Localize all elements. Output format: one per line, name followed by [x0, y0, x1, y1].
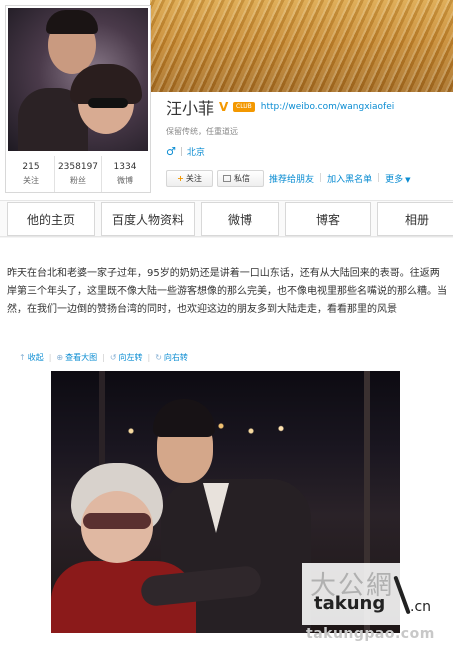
avatar[interactable]	[8, 8, 148, 151]
stat-following-label: 关注	[23, 176, 39, 185]
profile-description: 保留传统，任重道远	[166, 127, 238, 136]
tab-blog[interactable]: 博客	[285, 202, 371, 236]
envelope-icon	[223, 174, 231, 182]
profile-stats: 215 关注 2358197 粉丝 1334 微博	[8, 156, 148, 192]
separator: |	[179, 146, 183, 157]
action-bar: + 关注 私信 推荐给朋友 | 加入黑名单 | 更多 ▼	[166, 169, 411, 187]
logo-text-en: takung	[314, 593, 386, 614]
tab-homepage[interactable]: 他的主页	[7, 202, 95, 236]
stat-following[interactable]: 215 关注	[8, 156, 55, 192]
homepage-link[interactable]: http://weibo.com/wangxiaofei	[261, 102, 395, 112]
stat-weibo-label: 微博	[117, 176, 133, 185]
verified-icon: V	[219, 100, 229, 114]
separator: |	[377, 173, 381, 183]
location-link[interactable]: 北京	[187, 145, 205, 158]
rotate-left-label: 向左转	[118, 352, 143, 362]
stat-fans-count: 2358197	[57, 162, 99, 172]
rotate-right-icon: ↻	[155, 352, 162, 362]
collapse-button[interactable]: ↑ 收起	[19, 352, 44, 363]
rotate-left-icon: ↺	[109, 352, 117, 362]
stat-weibo-count: 1334	[113, 162, 137, 172]
male-icon: ♂	[166, 145, 176, 158]
name-row: 汪小菲 V CLUB http://weibo.com/wangxiaofei	[166, 96, 394, 118]
message-button[interactable]: 私信	[217, 169, 264, 187]
location-row: ♂ | 北京	[166, 145, 205, 158]
rotate-left-button[interactable]: ↺ 向左转	[110, 352, 143, 363]
plus-icon: +	[177, 173, 184, 183]
view-large-button[interactable]: ⊕ 查看大图	[56, 352, 97, 363]
tab-weibo[interactable]: 微博	[201, 202, 279, 236]
collapse-label: 收起	[27, 352, 44, 362]
separator: |	[147, 352, 151, 362]
message-label: 私信	[234, 173, 250, 183]
separator: |	[48, 352, 52, 362]
post-text: 昨天在台北和老婆一家子过年，95岁的奶奶还是讲着一口山东话，还有从大陆回来的表哥…	[7, 268, 447, 315]
blacklist-link[interactable]: 加入黑名单	[327, 172, 372, 185]
more-menu[interactable]: 更多 ▼	[385, 172, 410, 185]
profile-tabs: 他的主页 百度人物资料 微博 博客 相册	[0, 200, 453, 237]
chevron-down-icon: ▼	[405, 175, 411, 184]
separator: |	[319, 173, 323, 183]
follow-button[interactable]: + 关注	[166, 169, 213, 187]
more-label: 更多	[385, 174, 404, 185]
rotate-right-button[interactable]: ↻ 向右转	[155, 352, 188, 363]
collapse-icon: ↑	[19, 352, 26, 362]
stat-weibo[interactable]: 1334 微博	[102, 156, 148, 192]
magnify-icon: ⊕	[56, 352, 64, 362]
takung-logo: 大公網 takung .cn	[302, 563, 450, 625]
follow-label: 关注	[185, 173, 202, 183]
profile-banner	[150, 0, 453, 92]
profile-header: 215 关注 2358197 粉丝 1334 微博 汪小菲 V CLUB htt…	[0, 0, 453, 200]
separator: |	[102, 352, 105, 362]
stat-following-count: 215	[22, 162, 40, 172]
image-toolbar: ↑ 收起 | ⊕ 查看大图 | ↺ 向左转 | ↻ 向右转	[19, 350, 188, 364]
stat-fans[interactable]: 2358197 粉丝	[55, 156, 102, 192]
stat-fans-label: 粉丝	[70, 176, 86, 185]
logo-suffix: .cn	[410, 599, 432, 615]
avatar-card: 215 关注 2358197 粉丝 1334 微博	[5, 5, 151, 193]
view-large-label: 查看大图	[65, 352, 98, 362]
recommend-link[interactable]: 推荐给朋友	[269, 172, 314, 185]
tab-baidu-profile[interactable]: 百度人物资料	[101, 202, 195, 236]
rotate-right-label: 向右转	[163, 352, 188, 362]
tab-album[interactable]: 相册	[377, 202, 453, 236]
watermark-domain: takungpao.com	[306, 626, 435, 642]
profile-name: 汪小菲	[166, 99, 215, 118]
club-badge: CLUB	[233, 102, 255, 112]
